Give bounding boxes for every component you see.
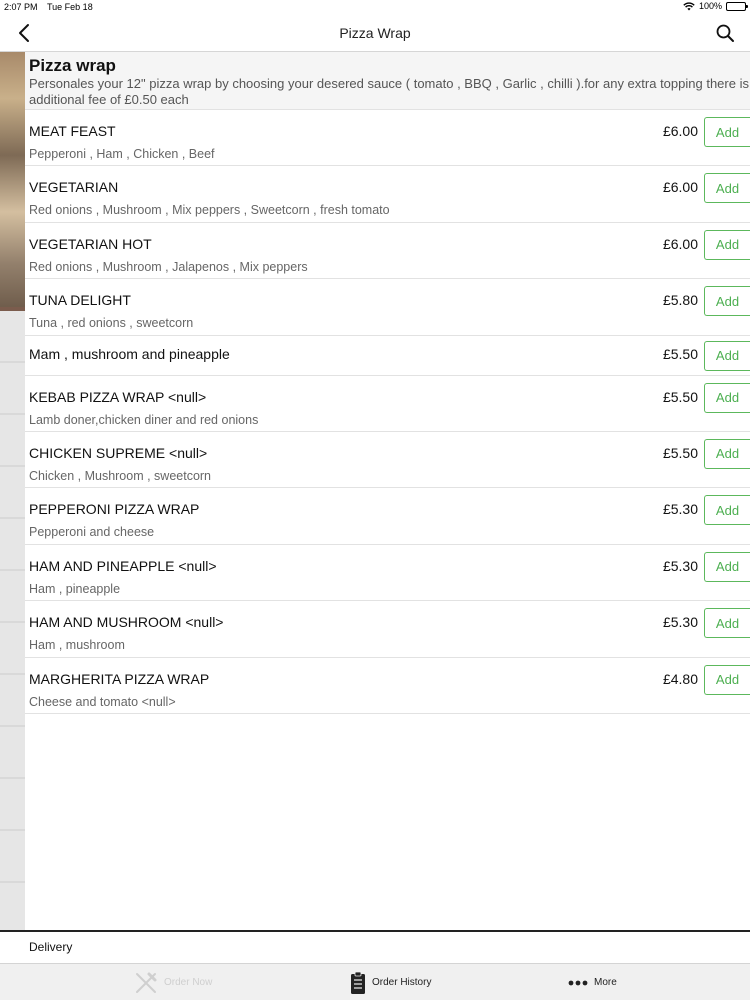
add-button[interactable]: Add xyxy=(704,608,750,639)
add-button[interactable]: Add xyxy=(704,117,750,147)
wifi-icon xyxy=(683,1,695,10)
menu-item[interactable]: VEGETARIAN HOT Red onions , Mushroom , Ja… xyxy=(25,223,750,280)
tab-more[interactable]: More xyxy=(568,964,617,1000)
menu-item-name: VEGETARIAN HOT xyxy=(29,235,152,252)
add-button[interactable]: Add xyxy=(704,286,750,317)
status-bar: 2:07 PM Tue Feb 18 100% xyxy=(0,0,750,14)
add-button[interactable]: Add xyxy=(704,438,750,469)
search-icon[interactable] xyxy=(714,22,736,44)
battery-percent: 100% xyxy=(698,1,722,11)
menu-item[interactable]: MARGHERITA PIZZA WRAP Cheese and tomato <… xyxy=(25,658,750,714)
menu-item-price: £5.80 xyxy=(662,292,698,309)
menu-item-price: £5.50 xyxy=(662,388,698,405)
menu-item-description: Lamb doner,chicken diner and red onions xyxy=(29,412,259,427)
add-button[interactable]: Add xyxy=(704,229,750,260)
status-right: 100% xyxy=(683,1,748,11)
menu-item-name: PEPPERONI PIZZA WRAP xyxy=(29,501,200,518)
menu-item-description: Red onions , Mushroom , Mix peppers , Sw… xyxy=(29,203,390,218)
status-time: 2:07 PM xyxy=(4,2,38,12)
menu-item-price: £6.00 xyxy=(662,123,698,139)
category-description: Personales your 12" pizza wrap by choosi… xyxy=(29,76,750,107)
menu-item[interactable]: VEGETARIAN Red onions , Mushroom , Mix pe… xyxy=(25,166,750,223)
menu-item-name: MEAT FEAST xyxy=(29,123,116,139)
menu-item-name: KEBAB PIZZA WRAP <null> xyxy=(29,388,207,405)
tab-bar: Order Now Order History More xyxy=(0,963,750,1000)
category-side-strip xyxy=(0,52,25,932)
add-button[interactable]: Add xyxy=(704,495,750,526)
menu-item[interactable]: PEPPERONI PIZZA WRAP Pepperoni and cheese… xyxy=(25,488,750,545)
menu-item-price: £5.50 xyxy=(662,345,698,362)
tab-order-now-label: Order Now xyxy=(164,977,213,988)
menu-item-price: £5.50 xyxy=(662,444,698,461)
status-date: Tue Feb 18 xyxy=(47,2,93,12)
menu-item-price: £5.30 xyxy=(662,501,698,518)
menu-item-price: £5.30 xyxy=(662,614,698,631)
menu-item-description: Cheese and tomato <null> xyxy=(29,694,176,709)
battery-icon xyxy=(726,1,748,11)
category-photo xyxy=(0,52,25,310)
menu-item-description: Ham , mushroom xyxy=(29,638,125,653)
menu-item[interactable]: KEBAB PIZZA WRAP <null> Lamb doner,chicke… xyxy=(25,376,750,432)
menu-list: MEAT FEAST Pepperoni , Ham , Chicken , Be… xyxy=(25,110,750,714)
menu-item[interactable]: HAM AND PINEAPPLE <null> Ham , pineapple £… xyxy=(25,545,750,602)
menu-item-name: HAM AND PINEAPPLE <null> xyxy=(29,557,217,574)
menu-item-description: Ham , pineapple xyxy=(29,581,121,596)
page-title: Pizza Wrap xyxy=(339,25,411,41)
menu-item-price: £6.00 xyxy=(662,235,698,252)
menu-item-description: Tuna , red onions , sweetcorn xyxy=(29,316,194,331)
menu-item-price: £4.80 xyxy=(662,670,698,687)
menu-item-name: Mam , mushroom and pineapple xyxy=(29,345,230,362)
tab-order-now[interactable]: Order Now xyxy=(134,964,212,1000)
menu-item-name: TUNA DELIGHT xyxy=(29,292,131,309)
delivery-bar[interactable]: Delivery xyxy=(0,930,750,963)
menu-item[interactable]: Mam , mushroom and pineapple £5.50 Add xyxy=(25,336,750,376)
add-button[interactable]: Add xyxy=(704,173,750,204)
menu-item-name: HAM AND MUSHROOM <null> xyxy=(29,614,224,631)
tab-order-history-label: Order History xyxy=(372,977,432,988)
menu-item[interactable]: CHICKEN SUPREME <null> Chicken , Mushroom… xyxy=(25,432,750,489)
menu-item[interactable]: MEAT FEAST Pepperoni , Ham , Chicken , Be… xyxy=(25,110,750,167)
add-button[interactable]: Add xyxy=(704,340,750,371)
menu-item[interactable]: HAM AND MUSHROOM <null> Ham , mushroom £5.… xyxy=(25,601,750,658)
add-button[interactable]: Add xyxy=(704,664,750,695)
category-header: Pizza wrap Personales your 12" pizza wra… xyxy=(25,52,750,110)
side-strip-rows xyxy=(0,311,25,932)
fork-knife-icon xyxy=(136,972,157,993)
menu-item-description: Chicken , Mushroom , sweetcorn xyxy=(29,468,212,483)
clipboard-icon xyxy=(351,971,365,994)
tab-order-history[interactable]: Order History xyxy=(350,964,431,1000)
menu-item-price: £6.00 xyxy=(662,179,698,196)
add-button[interactable]: Add xyxy=(704,382,750,413)
category-title: Pizza wrap xyxy=(29,56,116,75)
menu-item-price: £5.30 xyxy=(662,557,698,574)
more-dots-icon xyxy=(568,980,588,985)
add-button[interactable]: Add xyxy=(704,551,750,582)
menu-item-description: Pepperoni and cheese xyxy=(29,525,155,540)
menu-item-description: Pepperoni , Ham , Chicken , Beef xyxy=(29,147,215,161)
delivery-label: Delivery xyxy=(29,940,73,954)
menu-item[interactable]: TUNA DELIGHT Tuna , red onions , sweetcor… xyxy=(25,279,750,336)
menu-item-name: CHICKEN SUPREME <null> xyxy=(29,444,208,461)
nav-bar: Pizza Wrap xyxy=(0,14,750,52)
tab-more-label: More xyxy=(594,977,617,988)
menu-item-description: Red onions , Mushroom , Jalapenos , Mix … xyxy=(29,259,308,274)
menu-item-name: MARGHERITA PIZZA WRAP xyxy=(29,670,210,687)
menu-item-name: VEGETARIAN xyxy=(29,179,119,196)
